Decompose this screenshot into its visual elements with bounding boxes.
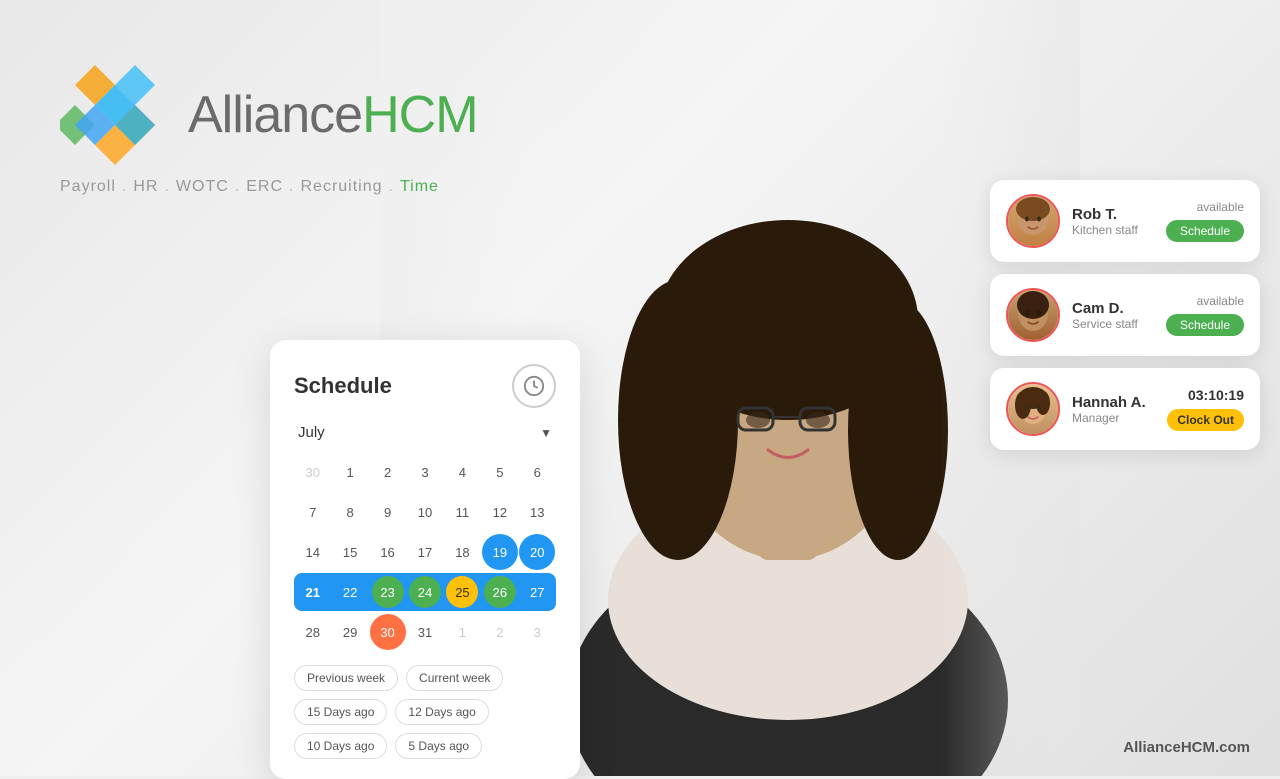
staff-status-hannah: 03:10:19 Clock Out (1167, 387, 1244, 431)
cal-day[interactable]: 3 (407, 454, 443, 490)
calendar-week-2: 7 8 9 10 11 12 13 (294, 493, 556, 531)
cal-day-19[interactable]: 19 (482, 534, 518, 570)
cal-day[interactable]: 4 (444, 454, 480, 490)
calendar-week-1: 30 1 2 3 4 5 6 (294, 453, 556, 491)
schedule-btn-cam[interactable]: Schedule (1166, 314, 1244, 336)
schedule-btn-rob[interactable]: Schedule (1166, 220, 1244, 242)
staff-name-rob: Rob T. (1072, 206, 1154, 223)
staff-status-rob: available Schedule (1166, 200, 1244, 242)
cal-day-22[interactable]: 22 (332, 574, 368, 610)
cal-day[interactable]: 16 (370, 534, 406, 570)
avatar-cam (1006, 288, 1060, 342)
cal-day-25[interactable]: 25 (446, 576, 478, 608)
calendar-week-4-highlighted: 21 22 23 24 25 26 27 (294, 573, 556, 611)
cal-day[interactable]: 29 (332, 614, 368, 650)
staff-name-cam: Cam D. (1072, 300, 1154, 317)
cal-day[interactable]: 5 (482, 454, 518, 490)
staff-card-cam: Cam D. Service staff available Schedule (990, 274, 1260, 356)
logo-text: AllianceHCM (188, 85, 478, 145)
15-days-btn[interactable]: 15 Days ago (294, 699, 387, 725)
staff-role-rob: Kitchen staff (1072, 223, 1154, 237)
available-label-cam: available (1197, 294, 1244, 308)
cal-day-21[interactable]: 21 (295, 574, 331, 610)
staff-role-hannah: Manager (1072, 411, 1155, 425)
tagline: Payroll . HR . WOTC . ERC . Recruiting .… (60, 178, 439, 196)
cal-day[interactable]: 1 (444, 614, 480, 650)
cal-day[interactable]: 3 (519, 614, 555, 650)
cal-day-24[interactable]: 24 (409, 576, 441, 608)
cal-day[interactable]: 2 (370, 454, 406, 490)
cal-day[interactable]: 17 (407, 534, 443, 570)
month-selector[interactable]: July ▼ (294, 424, 556, 441)
cal-day[interactable]: 30 (295, 454, 331, 490)
staff-status-cam: available Schedule (1166, 294, 1244, 336)
cal-day-20[interactable]: 20 (519, 534, 555, 570)
current-week-btn[interactable]: Current week (406, 665, 503, 691)
clock-timer-hannah: 03:10:19 (1188, 387, 1244, 403)
avatar-hannah (1006, 382, 1060, 436)
staff-name-hannah: Hannah A. (1072, 394, 1155, 411)
staff-info-rob: Rob T. Kitchen staff (1072, 206, 1154, 237)
cal-day[interactable]: 31 (407, 614, 443, 650)
cal-day[interactable]: 12 (482, 494, 518, 530)
avatar-rob (1006, 194, 1060, 248)
logo-area: AllianceHCM Payroll . HR . WOTC . ERC . … (60, 60, 478, 196)
month-chevron-icon[interactable]: ▼ (540, 426, 552, 440)
schedule-title: Schedule (294, 373, 392, 399)
cal-day[interactable]: 28 (295, 614, 331, 650)
cal-day-27[interactable]: 27 (519, 574, 555, 610)
prev-week-btn[interactable]: Previous week (294, 665, 398, 691)
cal-day[interactable]: 1 (332, 454, 368, 490)
clock-icon[interactable] (512, 364, 556, 408)
cal-day[interactable]: 13 (519, 494, 555, 530)
staff-card-rob: Rob T. Kitchen staff available Schedule (990, 180, 1260, 262)
cal-day[interactable]: 14 (295, 534, 331, 570)
staff-card-hannah: Hannah A. Manager 03:10:19 Clock Out (990, 368, 1260, 450)
calendar-week-3: 14 15 16 17 18 19 20 (294, 533, 556, 571)
cal-day[interactable]: 18 (444, 534, 480, 570)
clock-out-btn-hannah[interactable]: Clock Out (1167, 409, 1244, 431)
calendar-week-5: 28 29 30 31 1 2 3 (294, 613, 556, 651)
cal-day[interactable]: 8 (332, 494, 368, 530)
schedule-card: Schedule July ▼ 30 1 2 3 4 5 6 7 8 9 10 (270, 340, 580, 779)
quick-nav-buttons: Previous week Current week 15 Days ago 1… (294, 665, 556, 759)
5-days-btn[interactable]: 5 Days ago (395, 733, 482, 759)
cal-day-23[interactable]: 23 (372, 576, 404, 608)
cal-day[interactable]: 10 (407, 494, 443, 530)
cal-day[interactable]: 7 (295, 494, 331, 530)
calendar-grid: 30 1 2 3 4 5 6 7 8 9 10 11 12 13 14 15 1… (294, 453, 556, 651)
staff-panel: Rob T. Kitchen staff available Schedule … (990, 180, 1260, 450)
month-label: July (298, 424, 325, 441)
cal-day-30[interactable]: 30 (370, 614, 406, 650)
cal-day[interactable]: 2 (482, 614, 518, 650)
cal-day[interactable]: 9 (370, 494, 406, 530)
cal-day-26[interactable]: 26 (484, 576, 516, 608)
footer-url: AllianceHCM.com (1123, 739, 1250, 756)
logo-icon (60, 60, 170, 170)
available-label-rob: available (1197, 200, 1244, 214)
10-days-btn[interactable]: 10 Days ago (294, 733, 387, 759)
staff-info-cam: Cam D. Service staff (1072, 300, 1154, 331)
cal-day[interactable]: 15 (332, 534, 368, 570)
staff-role-cam: Service staff (1072, 317, 1154, 331)
12-days-btn[interactable]: 12 Days ago (395, 699, 488, 725)
cal-day[interactable]: 11 (444, 494, 480, 530)
staff-info-hannah: Hannah A. Manager (1072, 394, 1155, 425)
cal-day[interactable]: 6 (519, 454, 555, 490)
